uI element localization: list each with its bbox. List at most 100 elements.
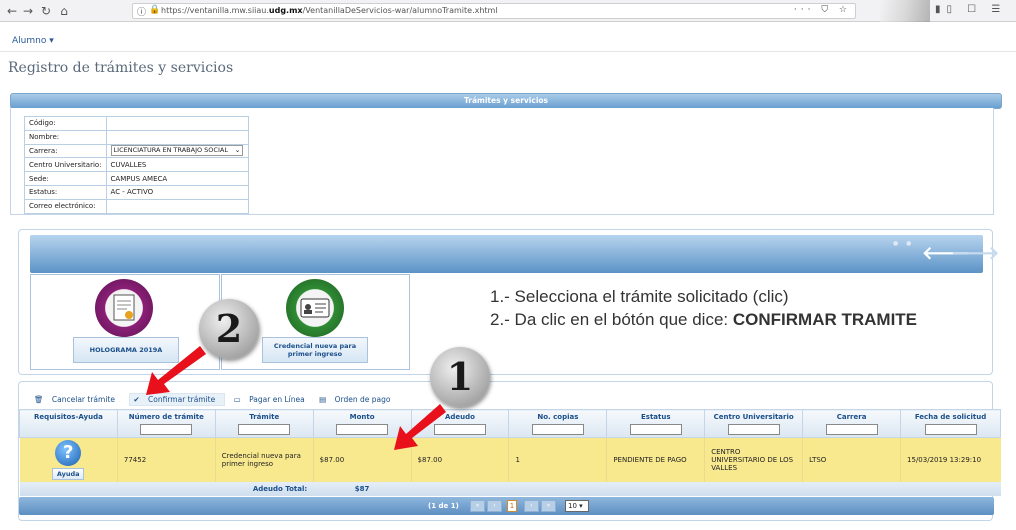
col-carrera[interactable]: Carrera	[802, 409, 902, 438]
browser-toolbar: ← → ↻ ⌂ ⓘ 🔒 https://ventanilla.mw.siiau.…	[0, 0, 1016, 22]
carrera-label: Carrera:	[24, 143, 107, 159]
col-copias[interactable]: No. copias	[508, 409, 608, 438]
card-icon: ▭	[233, 395, 241, 404]
page-actions-icons[interactable]: ··· ⛉ ☆	[794, 5, 851, 15]
copias-cell: 1	[508, 437, 607, 482]
document-icon: ▤	[319, 395, 327, 404]
cancel-tramite-label: Cancelar trámite	[51, 395, 115, 404]
centro-value: CUVALLES	[105, 157, 249, 173]
payment-order-button[interactable]: ▤ Orden de pago	[319, 395, 396, 404]
nombre-label: Nombre:	[24, 129, 107, 145]
carrera-cell: LTSO	[802, 437, 901, 482]
lock-icon: 🔒	[149, 5, 161, 15]
certificate-icon	[95, 279, 153, 337]
col-requisitos[interactable]: Requisitos-Ayuda	[19, 409, 118, 438]
table-toolbar: 🗑 Cancelar trámite ✔ Confirmar trámite ▭…	[34, 393, 402, 406]
certificate-icon-svg	[113, 294, 135, 321]
col-tramite-label: Trámite	[249, 413, 280, 421]
filter-centro-input[interactable]	[727, 424, 780, 435]
pay-online-button[interactable]: ▭ Pagar en Línea	[234, 395, 311, 404]
filter-copias-input[interactable]	[531, 424, 584, 435]
total-row: Adeudo Total: $87	[19, 481, 1001, 496]
url-domain: udg.mx	[268, 6, 303, 15]
id-card-icon-svg	[300, 298, 330, 318]
url-text[interactable]: https://ventanilla.mw.siiau.udg.mx/Venta…	[161, 6, 498, 15]
address-bar[interactable]: ⓘ 🔒 https://ventanilla.mw.siiau.udg.mx/V…	[132, 3, 856, 19]
col-estatus[interactable]: Estatus	[606, 409, 706, 438]
col-centro[interactable]: Centro Universitario	[704, 409, 804, 438]
carousel-header	[30, 235, 983, 273]
info-icon[interactable]: ⓘ	[137, 5, 146, 18]
carrera-cell: LICENCIATURA EN TRABAJO SOCIAL ⌄	[105, 143, 249, 159]
forward-icon[interactable]: →	[20, 3, 36, 19]
step-1-badge: 1	[430, 347, 490, 407]
help-question-icon[interactable]: ?	[55, 439, 82, 466]
filter-tramite-input[interactable]	[238, 424, 291, 435]
col-numero[interactable]: Número de trámite	[116, 409, 216, 438]
back-icon[interactable]: ←	[4, 3, 20, 19]
filter-carrera-input[interactable]	[825, 424, 878, 435]
correo-value	[105, 198, 249, 214]
browser-menu-icons[interactable]: ▮▯ ☐ ☰	[935, 4, 1006, 15]
col-numero-label: Número de trámite	[128, 413, 204, 421]
filter-estatus-input[interactable]	[629, 424, 682, 435]
help-button[interactable]: Ayuda	[52, 467, 85, 480]
app-header: Alumno ▾	[0, 22, 1016, 52]
instruction-line-2-bold: CONFIRMAR TRAMITE	[732, 310, 918, 329]
fecha-cell: 15/03/2019 13:29:10	[900, 437, 1001, 482]
sede-label: Sede:	[24, 171, 107, 186]
col-fecha[interactable]: Fecha de solicitud	[900, 409, 1001, 438]
first-page-icon[interactable]: «	[470, 500, 485, 512]
next-arrow-icon[interactable]: 🡒	[951, 243, 999, 264]
tramites-table: Requisitos-Ayuda Número de trámite Trámi…	[19, 409, 1001, 496]
pay-online-label: Pagar en Línea	[249, 395, 305, 404]
url-prefix: https://ventanilla.mw.siiau.	[161, 6, 269, 15]
codigo-label: Código:	[24, 116, 107, 131]
col-monto-label: Monto	[349, 413, 375, 421]
estatus-label: Estatus:	[24, 184, 107, 200]
centro-cell: CENTRO UNIVERSITARIO DE LOS VALLES	[704, 437, 803, 482]
carousel-dots[interactable]: ● ●	[893, 240, 914, 247]
payment-order-label: Orden de pago	[334, 395, 391, 404]
instruction-line-2: 2.- Da clic en el bótón que dice: CONFIR…	[490, 310, 917, 330]
help-cell: ? Ayuda	[19, 437, 118, 482]
decorative-corner	[880, 0, 930, 22]
id-card-icon	[286, 279, 344, 337]
total-value: $87	[313, 481, 412, 496]
prev-page-icon[interactable]: ‹	[487, 500, 502, 512]
table-row[interactable]: ? Ayuda 77452 Credencial nueva para prime…	[19, 437, 1001, 482]
last-page-icon[interactable]: »	[541, 500, 556, 512]
numero-cell: 77452	[116, 437, 216, 482]
instruction-line-2-text: 2.- Da clic en el bótón que dice:	[490, 310, 733, 329]
centro-label: Centro Universitario:	[24, 157, 107, 173]
filter-monto-input[interactable]	[336, 424, 389, 435]
total-rest	[411, 481, 1001, 496]
next-page-icon[interactable]: ›	[524, 500, 539, 512]
correo-label: Correo electrónico:	[24, 198, 107, 214]
url-suffix: /VentanillaDeServicios-war/alumnoTramite…	[302, 6, 498, 15]
carrera-selected-value: LICENCIATURA EN TRABAJO SOCIAL	[113, 146, 228, 155]
tramite-cell: Credencial nueva para primer ingreso	[214, 437, 314, 482]
col-tramite[interactable]: Trámite	[214, 409, 314, 438]
carrera-select[interactable]: LICENCIATURA EN TRABAJO SOCIAL ⌄	[110, 145, 243, 157]
filter-numero-input[interactable]	[140, 424, 193, 435]
rows-per-page-select[interactable]: 10 ▾	[565, 500, 589, 512]
filter-fecha-input[interactable]	[924, 424, 977, 435]
estatus-cell: PENDIENTE DE PAGO	[606, 437, 705, 482]
table-header-row: Requisitos-Ayuda Número de trámite Trámi…	[19, 409, 1001, 438]
total-label: Adeudo Total:	[117, 481, 314, 496]
col-estatus-label: Estatus	[641, 413, 671, 421]
check-icon: ✔	[133, 395, 140, 404]
home-icon[interactable]: ⌂	[56, 3, 72, 19]
col-fecha-label: Fecha de solicitud	[914, 413, 987, 421]
trash-icon: 🗑	[34, 395, 44, 404]
current-page-button[interactable]: 1	[507, 500, 517, 512]
cancel-tramite-button[interactable]: 🗑 Cancelar trámite	[34, 395, 121, 404]
tile-credencial-label: Credencial nueva para primer ingreso	[262, 337, 368, 363]
alumno-menu[interactable]: Alumno ▾	[12, 36, 54, 46]
col-copias-label: No. copias	[537, 413, 579, 421]
instruction-line-1: 1.- Selecciona el trámite solicitado (cl…	[490, 287, 789, 306]
reload-icon[interactable]: ↻	[38, 3, 54, 19]
codigo-value	[105, 116, 249, 131]
chevron-down-icon: ⌄	[234, 146, 241, 155]
